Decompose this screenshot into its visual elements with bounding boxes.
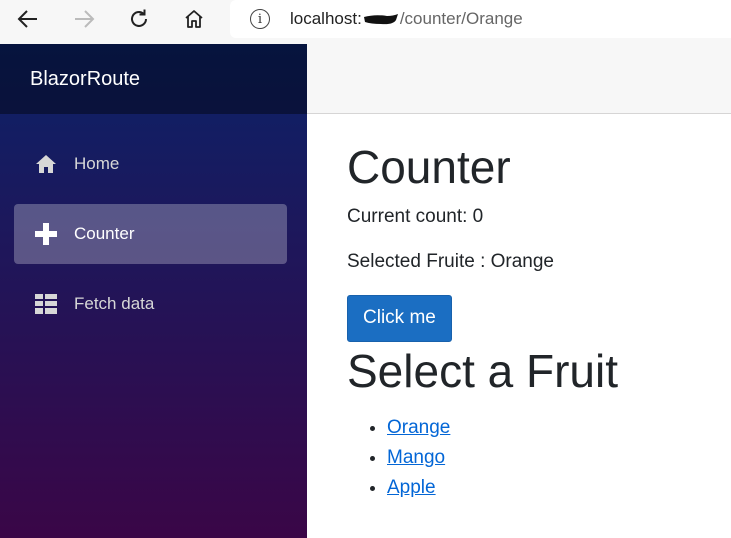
forward-button[interactable]: [66, 4, 102, 34]
brand-row: BlazorRoute: [0, 44, 307, 114]
sidebar: BlazorRoute Home Counter Fetch data: [0, 44, 307, 538]
url-host: localhost:: [290, 9, 362, 28]
back-button[interactable]: [10, 4, 46, 34]
list-item: Apple: [387, 473, 731, 503]
refresh-icon: [131, 9, 147, 27]
page-title: Counter: [347, 141, 511, 193]
sidebar-item-fetch-data[interactable]: Fetch data: [14, 274, 287, 334]
sidebar-item-home[interactable]: Home: [14, 134, 287, 194]
url-text: localhost: /counter/Orange: [290, 9, 523, 29]
house-icon: [185, 10, 203, 28]
browser-toolbar: i localhost: /counter/Orange: [0, 0, 731, 44]
sidebar-item-label: Fetch data: [74, 294, 155, 313]
fruit-link-mango[interactable]: Mango: [387, 447, 445, 468]
plus-icon: [34, 222, 58, 246]
back-arrow-icon: [17, 10, 37, 28]
top-row: [307, 44, 731, 114]
sidebar-item-label: Home: [74, 154, 120, 173]
click-me-button[interactable]: Click me: [347, 295, 452, 342]
list-item: Mango: [387, 443, 731, 473]
forward-arrow-icon: [75, 10, 95, 28]
refresh-button[interactable]: [121, 4, 157, 34]
sidebar-item-counter[interactable]: Counter: [14, 204, 287, 264]
section-title: Select a Fruit: [347, 344, 618, 397]
main-content: Counter Current count: 0 Selected Fruite…: [347, 114, 731, 503]
info-icon[interactable]: i: [250, 9, 270, 29]
sidebar-item-label: Counter: [74, 224, 135, 243]
list-icon: [34, 292, 58, 316]
address-bar[interactable]: i localhost: /counter/Orange: [230, 0, 731, 38]
url-path: /counter/Orange: [399, 9, 523, 28]
selected-fruit: Selected Fruite : Orange: [347, 250, 554, 272]
fruit-link-apple[interactable]: Apple: [387, 477, 436, 498]
home-icon: [34, 152, 58, 176]
fruit-link-orange[interactable]: Orange: [387, 417, 450, 438]
redaction-mark-icon: [363, 13, 398, 24]
home-browser-button[interactable]: [176, 4, 212, 34]
brand-link[interactable]: BlazorRoute: [30, 68, 140, 91]
fruit-list: Orange Mango Apple: [347, 413, 731, 503]
list-item: Orange: [387, 413, 731, 443]
current-count: Current count: 0: [347, 206, 484, 228]
